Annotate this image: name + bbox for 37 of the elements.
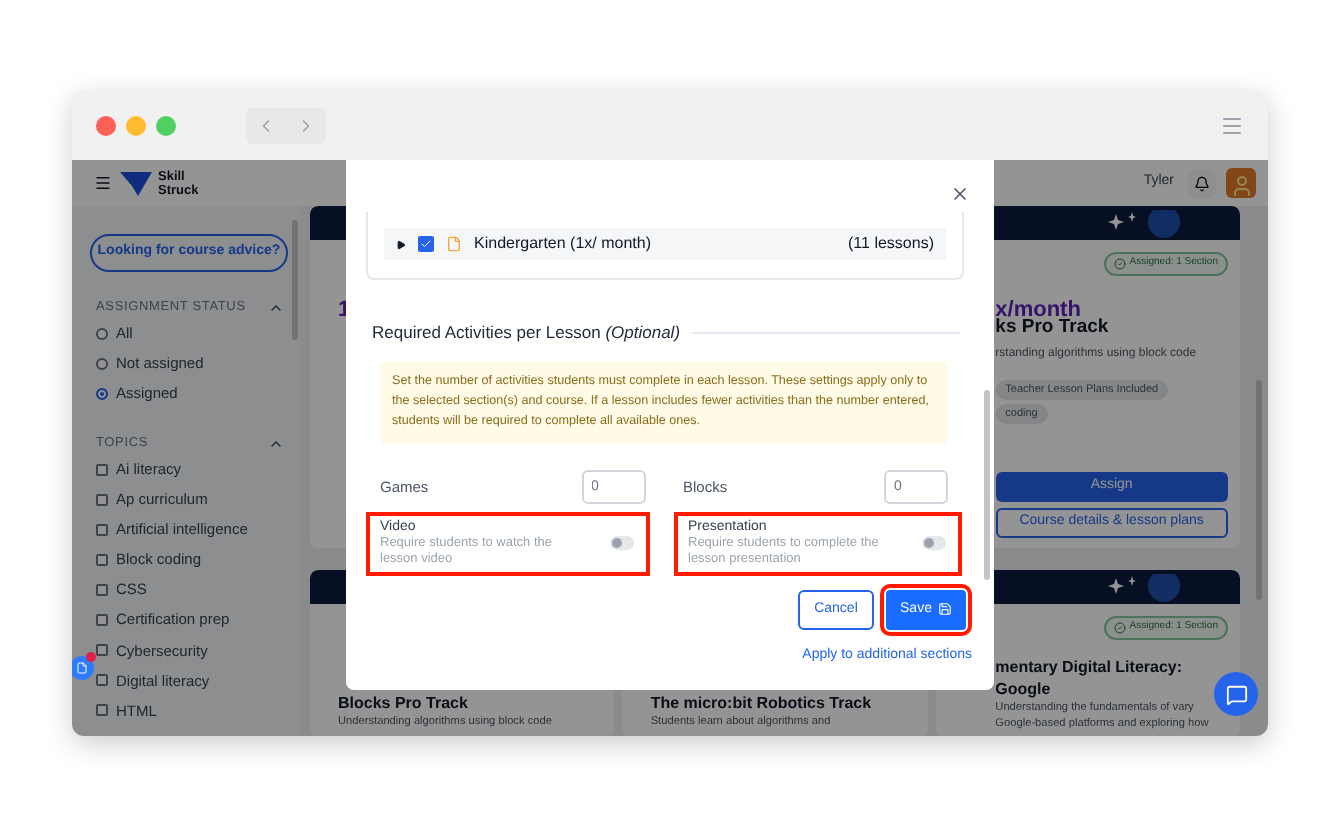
checkbox[interactable]: [96, 463, 108, 476]
course-title: mentary Digital Literacy: Google: [995, 656, 1185, 700]
chat-icon: [1225, 683, 1247, 705]
toggle-switch[interactable]: [922, 536, 946, 551]
radio-button[interactable]: [96, 327, 108, 340]
section-heading: Required Activities per Lesson (Optional): [372, 320, 681, 346]
course-title: The micro:bit Robotics Track: [650, 692, 874, 714]
save-icon: [937, 602, 952, 617]
expand-caret-icon[interactable]: [396, 239, 406, 249]
checkbox[interactable]: [96, 674, 108, 687]
course-title: Blocks Pro Track: [338, 692, 470, 714]
course-price: x/month: [995, 298, 1081, 322]
radio-button[interactable]: [96, 387, 108, 400]
checkbox[interactable]: [96, 493, 108, 506]
file-icon: [76, 662, 88, 674]
logo-icon: [120, 169, 152, 197]
file-icon: [446, 236, 462, 252]
checkbox[interactable]: [96, 583, 108, 596]
avatar[interactable]: [1226, 168, 1256, 198]
lesson-count: (11 lessons): [848, 232, 934, 256]
radio-button[interactable]: [96, 357, 108, 370]
close-icon[interactable]: [950, 184, 970, 204]
bell-icon: [1194, 175, 1210, 191]
modal-scrollbar[interactable]: [984, 390, 990, 580]
checkbox[interactable]: [418, 236, 434, 252]
checkbox[interactable]: [96, 523, 108, 536]
checkbox[interactable]: [96, 553, 108, 566]
notifications-button[interactable]: [1188, 169, 1216, 197]
toggle-switch[interactable]: [610, 536, 634, 551]
checkbox[interactable]: [96, 614, 108, 627]
section-name: Kindergarten (1x/ month): [474, 232, 651, 256]
checkbox[interactable]: [96, 704, 108, 717]
floating-app-button[interactable]: [72, 656, 94, 680]
checkbox[interactable]: [96, 644, 108, 657]
menu-icon[interactable]: [94, 174, 112, 192]
section-row[interactable]: Kindergarten (1x/ month) (11 lessons): [384, 228, 946, 260]
course-title: ks Pro Track: [995, 316, 1111, 340]
